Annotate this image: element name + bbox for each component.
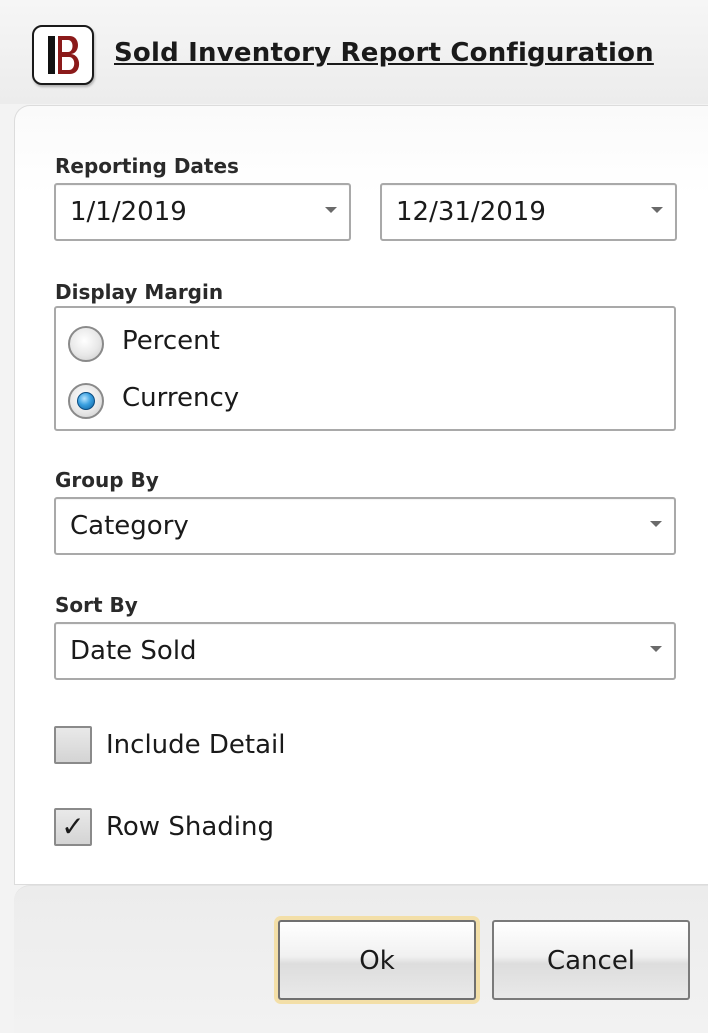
- include-detail-checkbox[interactable]: Include Detail: [54, 726, 354, 766]
- sort-by-label: Sort By: [55, 593, 138, 617]
- cancel-button[interactable]: Cancel: [492, 920, 690, 1000]
- radio-currency-label[interactable]: Currency: [122, 383, 239, 413]
- display-margin-group: Percent Currency: [54, 306, 676, 431]
- brand-logo-icon: [32, 25, 94, 85]
- checkbox-unchecked-icon[interactable]: [54, 726, 92, 764]
- checkmark-icon: ✓: [61, 810, 85, 843]
- dialog-title: Sold Inventory Report Configuration: [114, 38, 654, 68]
- sort-by-dropdown[interactable]: Date Sold: [54, 622, 676, 680]
- dropdown-arrow-icon[interactable]: [650, 521, 662, 527]
- group-by-label: Group By: [55, 468, 159, 492]
- report-config-dialog: Sold Inventory Report Configuration Repo…: [0, 0, 708, 1033]
- row-shading-label[interactable]: Row Shading: [106, 812, 274, 842]
- radio-currency[interactable]: Currency: [68, 381, 368, 421]
- group-by-value: Category: [70, 511, 189, 541]
- row-shading-checkbox[interactable]: ✓ Row Shading: [54, 808, 354, 848]
- group-by-dropdown[interactable]: Category: [54, 497, 676, 555]
- start-date-value: 1/1/2019: [70, 197, 187, 227]
- dropdown-arrow-icon[interactable]: [651, 207, 663, 213]
- dialog-header: Sold Inventory Report Configuration: [0, 0, 708, 104]
- display-margin-label: Display Margin: [55, 280, 224, 304]
- end-date-value: 12/31/2019: [396, 197, 546, 227]
- dropdown-arrow-icon[interactable]: [325, 207, 337, 213]
- radio-percent-label[interactable]: Percent: [122, 326, 220, 356]
- radio-button-selected-icon[interactable]: [68, 383, 104, 419]
- reporting-dates-label: Reporting Dates: [55, 154, 239, 178]
- radio-percent[interactable]: Percent: [68, 324, 368, 364]
- checkbox-checked-icon[interactable]: ✓: [54, 808, 92, 846]
- sort-by-value: Date Sold: [70, 636, 197, 666]
- end-date-picker[interactable]: 12/31/2019: [380, 183, 677, 241]
- radio-button-icon[interactable]: [68, 326, 104, 362]
- dropdown-arrow-icon[interactable]: [650, 646, 662, 652]
- start-date-picker[interactable]: 1/1/2019: [54, 183, 351, 241]
- ok-button[interactable]: Ok: [278, 920, 476, 1000]
- include-detail-label[interactable]: Include Detail: [106, 730, 286, 760]
